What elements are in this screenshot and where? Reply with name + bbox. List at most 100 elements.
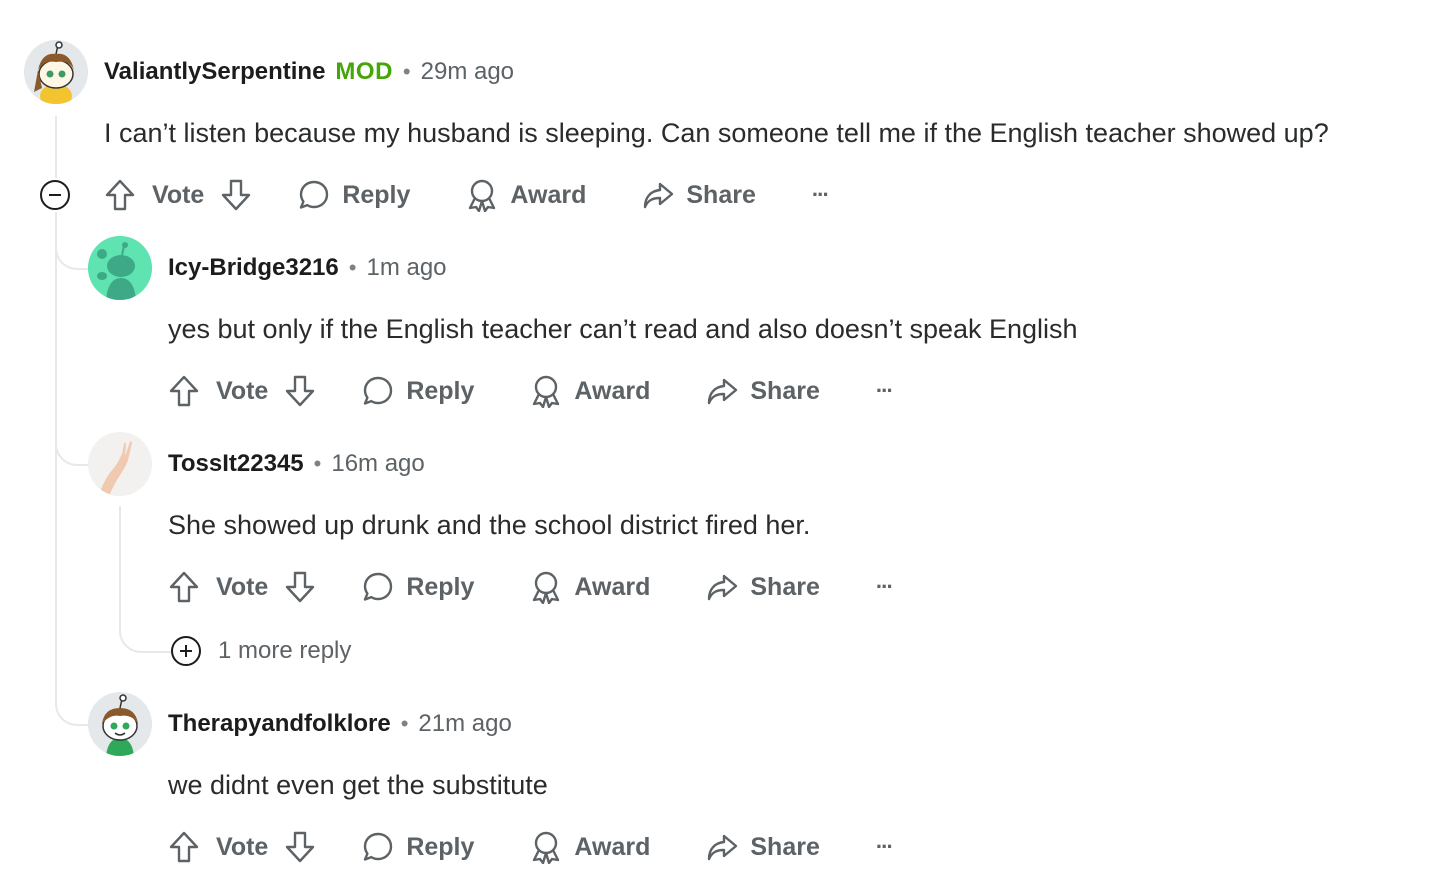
upvote-icon	[105, 179, 135, 211]
avatar[interactable]	[88, 236, 152, 300]
share-label: Share	[750, 832, 820, 861]
meta-separator: •	[313, 451, 322, 476]
thread-line-root	[55, 116, 57, 178]
comment-timestamp[interactable]: 29m ago	[421, 58, 514, 86]
avatar[interactable]	[88, 692, 152, 756]
meta-separator: •	[402, 59, 411, 84]
comment-author[interactable]: Therapyandfolklore	[168, 710, 391, 738]
reply-label: Reply	[342, 180, 411, 209]
more-options-button[interactable]: ···	[875, 574, 894, 600]
mod-badge: MOD	[335, 58, 393, 85]
vote-label: Vote	[216, 376, 269, 405]
share-icon	[644, 182, 674, 209]
downvote-icon	[222, 179, 251, 211]
comment-bubble-icon	[364, 572, 393, 601]
avatar[interactable]	[88, 432, 152, 496]
award-button[interactable]: Award	[530, 570, 650, 604]
snoo-avatar-icon	[24, 40, 88, 104]
award-label: Award	[574, 832, 651, 861]
award-button[interactable]: Award	[530, 374, 650, 408]
comment-timestamp[interactable]: 1m ago	[366, 254, 446, 282]
downvote-button[interactable]	[284, 570, 316, 604]
upvote-button[interactable]	[168, 570, 200, 604]
comment-actions: Vote Reply Award Share ···	[104, 173, 830, 217]
award-label: Award	[574, 572, 651, 601]
upvote-button[interactable]	[104, 178, 136, 212]
upvote-icon	[169, 375, 199, 407]
thread-elbow-more-replies	[119, 506, 173, 653]
more-options-icon: ···	[811, 182, 830, 207]
comment-bubble-icon	[364, 376, 393, 405]
share-icon	[708, 378, 738, 405]
thread-elbow-therapy	[55, 212, 91, 726]
more-options-button[interactable]: ···	[875, 378, 894, 404]
comment-author[interactable]: Icy-Bridge3216	[168, 254, 339, 282]
meta-separator: •	[400, 711, 409, 736]
share-button[interactable]: Share	[642, 179, 756, 211]
snoo-avatar-icon	[88, 236, 152, 300]
comment-meta: Therapyandfolklore • 21m ago	[168, 706, 512, 742]
reply-button[interactable]: Reply	[298, 179, 410, 211]
downvote-button[interactable]	[220, 178, 252, 212]
reply-button[interactable]: Reply	[362, 831, 474, 863]
expand-replies-button[interactable]	[171, 636, 201, 666]
share-label: Share	[686, 180, 756, 209]
comment-timestamp[interactable]: 21m ago	[418, 710, 511, 738]
downvote-button[interactable]	[284, 374, 316, 408]
upvote-button[interactable]	[168, 374, 200, 408]
share-label: Share	[750, 572, 820, 601]
share-label: Share	[750, 376, 820, 405]
more-options-button[interactable]: ···	[875, 834, 894, 860]
comment-actions: Vote Reply Award Share ···	[168, 565, 894, 609]
reply-button[interactable]: Reply	[362, 375, 474, 407]
upvote-icon	[169, 831, 199, 863]
comment-author[interactable]: TossIt22345	[168, 450, 304, 478]
downvote-icon	[286, 571, 315, 603]
upvote-icon	[169, 571, 199, 603]
comment-bubble-icon	[300, 180, 329, 209]
more-options-button[interactable]: ···	[811, 182, 830, 208]
reply-label: Reply	[406, 376, 475, 405]
comment-meta: Icy-Bridge3216 • 1m ago	[168, 250, 447, 286]
more-options-icon: ···	[875, 574, 894, 599]
meta-separator: •	[348, 255, 357, 280]
downvote-icon	[286, 831, 315, 863]
comment-body: She showed up drunk and the school distr…	[168, 510, 811, 540]
share-icon	[708, 574, 738, 601]
snoo-avatar-icon	[88, 692, 152, 756]
downvote-button[interactable]	[284, 830, 316, 864]
share-button[interactable]: Share	[706, 831, 820, 863]
award-label: Award	[510, 180, 587, 209]
more-replies-link[interactable]: 1 more reply	[218, 637, 351, 665]
award-icon	[469, 179, 496, 212]
award-icon	[533, 375, 560, 408]
share-icon	[708, 834, 738, 861]
hand-avatar-icon	[88, 432, 152, 496]
vote-label: Vote	[152, 180, 205, 209]
downvote-icon	[286, 375, 315, 407]
comment-actions: Vote Reply Award Share ···	[168, 369, 894, 413]
comment-meta: TossIt22345 • 16m ago	[168, 446, 425, 482]
award-icon	[533, 571, 560, 604]
share-button[interactable]: Share	[706, 375, 820, 407]
reply-label: Reply	[406, 572, 475, 601]
award-button[interactable]: Award	[530, 830, 650, 864]
award-button[interactable]: Award	[466, 178, 586, 212]
reply-button[interactable]: Reply	[362, 571, 474, 603]
comment-body: I can’t listen because my husband is sle…	[104, 118, 1329, 148]
more-options-icon: ···	[875, 378, 894, 403]
reply-label: Reply	[406, 832, 475, 861]
comment-author[interactable]: ValiantlySerpentine	[104, 58, 325, 86]
share-button[interactable]: Share	[706, 571, 820, 603]
more-options-icon: ···	[875, 834, 894, 859]
comment-timestamp[interactable]: 16m ago	[331, 450, 424, 478]
vote-label: Vote	[216, 572, 269, 601]
upvote-button[interactable]	[168, 830, 200, 864]
comment-body: we didnt even get the substitute	[168, 770, 548, 800]
vote-label: Vote	[216, 832, 269, 861]
comment-actions: Vote Reply Award Share ···	[168, 825, 894, 869]
comment-bubble-icon	[364, 832, 393, 861]
avatar[interactable]	[24, 40, 88, 104]
collapse-thread-button[interactable]	[40, 180, 70, 210]
award-icon	[533, 831, 560, 864]
